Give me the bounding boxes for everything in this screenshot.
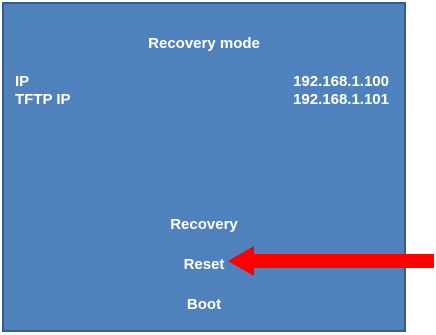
recovery-panel: Recovery mode IP 192.168.1.100 TFTP IP 1…: [2, 2, 406, 332]
tftp-ip-row: TFTP IP 192.168.1.101: [15, 90, 389, 108]
red-arrow-icon: [228, 246, 434, 276]
tftp-ip-value: 192.168.1.101: [293, 90, 389, 108]
tftp-ip-label: TFTP IP: [15, 90, 71, 108]
menu-item-recovery[interactable]: Recovery: [4, 216, 404, 233]
ip-value: 192.168.1.100: [293, 72, 389, 90]
ip-label: IP: [15, 72, 30, 90]
menu-item-boot[interactable]: Boot: [4, 296, 404, 313]
panel-title: Recovery mode: [148, 35, 260, 52]
ip-row: IP 192.168.1.100: [15, 72, 389, 90]
